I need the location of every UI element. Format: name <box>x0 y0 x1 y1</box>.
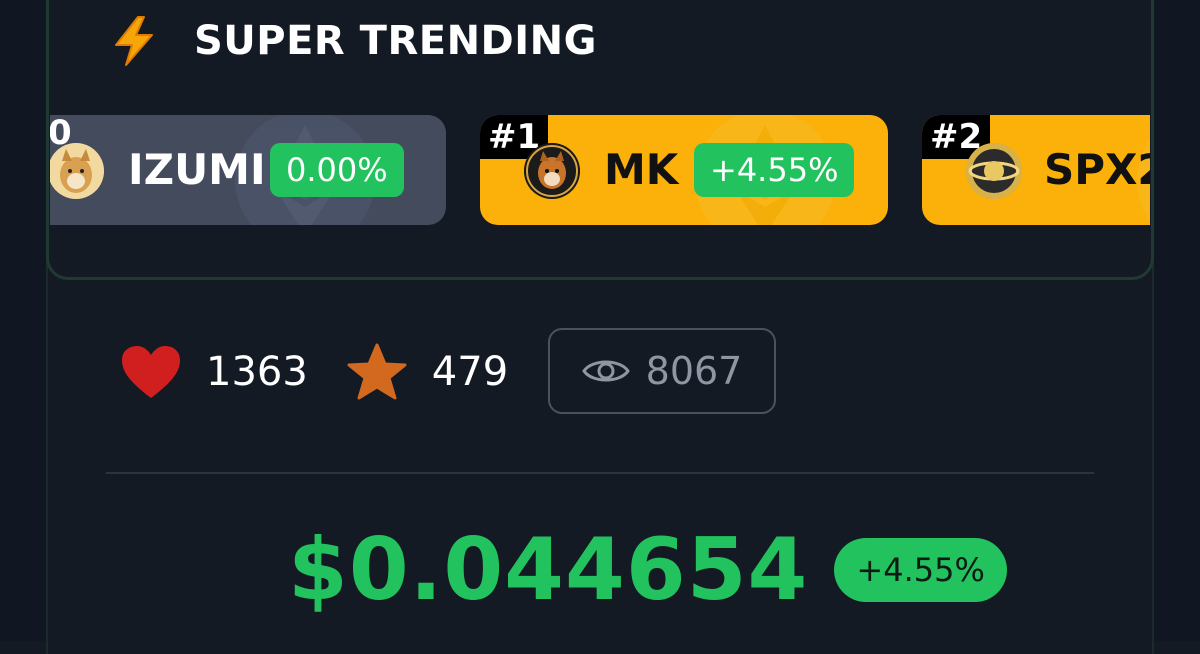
trending-carousel[interactable]: 0 IZUMI 0.00% #1 MK +4.55% #2 SPX <box>50 112 1150 230</box>
token-avatar <box>966 143 1022 199</box>
left-gutter <box>0 0 48 641</box>
trending-card[interactable]: 0 IZUMI 0.00% <box>50 115 446 225</box>
token-avatar <box>50 143 104 199</box>
right-gutter <box>1154 0 1200 641</box>
views-count: 8067 <box>645 349 743 393</box>
token-price: $0.044654 <box>288 520 809 620</box>
trending-header: SUPER TRENDING <box>108 14 597 68</box>
eye-icon <box>581 355 630 387</box>
price-change-badge: +4.55% <box>694 143 855 197</box>
likes-count: 1363 <box>206 349 308 395</box>
trending-title: SUPER TRENDING <box>194 18 597 64</box>
price-display: $0.044654 +4.55% <box>288 520 1007 620</box>
social-stats: 1363 479 <box>120 328 508 416</box>
token-name: IZUMI <box>128 145 266 194</box>
token-name: MK <box>604 145 679 194</box>
views-counter: 8067 <box>548 328 776 414</box>
star-icon[interactable] <box>346 342 408 402</box>
token-avatar <box>524 143 580 199</box>
token-name: SPX2 <box>1044 145 1150 194</box>
lightning-bolt-icon <box>108 15 160 67</box>
price-change-badge: 0.00% <box>270 143 404 197</box>
price-change-pill: +4.55% <box>834 538 1007 602</box>
trending-card[interactable]: #2 SPX2 <box>922 115 1150 225</box>
trending-card[interactable]: #1 MK +4.55% <box>480 115 888 225</box>
section-divider <box>106 472 1094 474</box>
stars-count: 479 <box>431 349 509 395</box>
heart-icon[interactable] <box>120 344 182 400</box>
